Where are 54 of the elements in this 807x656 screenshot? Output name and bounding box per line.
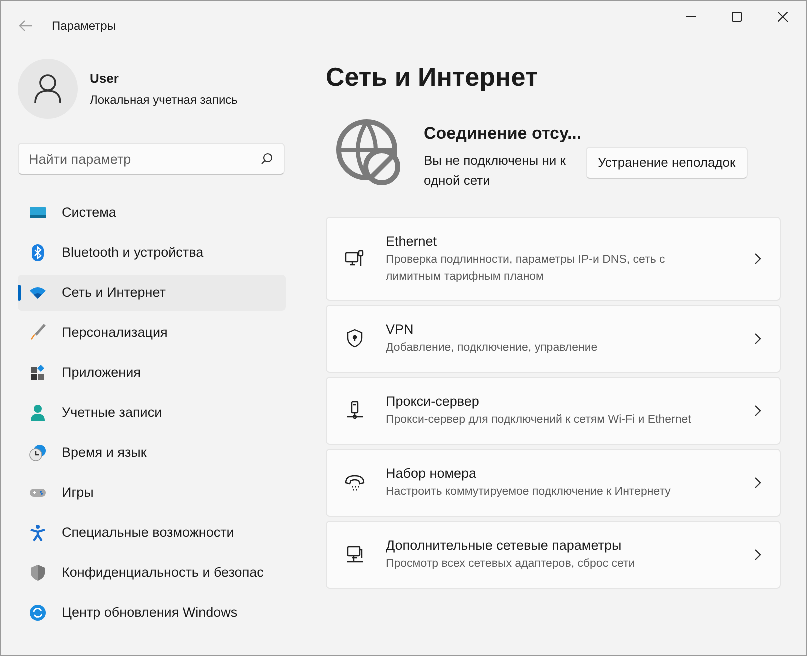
window-title: Параметры: [52, 18, 116, 35]
clock-globe-icon: [29, 444, 47, 462]
sidebar-item[interactable]: Система: [18, 195, 286, 231]
person-icon: [29, 404, 47, 422]
card-title: Дополнительные сетевые параметры: [386, 537, 623, 556]
settings-card[interactable]: Ethernet Проверка подлинности, параметры IP-и DNS, сеть с лимитным тарифным планом: [326, 216, 781, 301]
settings-card[interactable]: Набор номера Настроить коммутируемое подключение к Интернету: [326, 448, 781, 517]
sidebar-item[interactable]: Учетные записи: [18, 395, 286, 431]
refresh-icon: [29, 604, 47, 622]
sidebar-item[interactable]: Конфиденциальность и безопас: [18, 555, 286, 591]
card-subtitle: Прокси-сервер для подключений к сетям Wi-Fi и Ethernet: [386, 413, 692, 428]
account-type: Локальная учетная запись: [90, 92, 238, 109]
brush-icon: [29, 324, 47, 342]
maximize-icon: [732, 12, 742, 22]
close-icon: [778, 12, 788, 22]
chevron-icon: [754, 404, 762, 417]
card-title: Набор номера: [386, 465, 478, 484]
card-title: VPN: [386, 321, 415, 340]
status-title: Соединение отсу...: [424, 123, 583, 145]
card-title: Ethernet: [386, 232, 438, 250]
user-name: User: [90, 70, 120, 88]
sidebar-item[interactable]: Персонализация: [18, 315, 286, 351]
sidebar-item[interactable]: Игры: [18, 475, 286, 511]
status-description: Вы не подключены ни к одной сети: [424, 152, 567, 190]
settings-card[interactable]: Прокси-сервер Прокси-сервер для подключений к сетям Wi-Fi и Ethernet: [326, 376, 781, 445]
shield-icon: [29, 564, 47, 582]
card-subtitle: Настроить коммутируемое подключение к Интернету: [386, 485, 672, 500]
sidebar-item[interactable]: Bluetooth и устройства: [18, 235, 286, 271]
sidebar-item[interactable]: Приложения: [18, 355, 286, 391]
chevron-icon: [754, 548, 762, 561]
sidebar-item[interactable]: Сеть и Интернет: [18, 275, 286, 311]
accessibility-icon: [29, 524, 47, 542]
search-icon: [261, 153, 273, 165]
apps-icon: [29, 364, 47, 382]
card-subtitle: Просмотр всех сетевых адаптеров, сброс сети: [386, 557, 636, 572]
settings-card[interactable]: VPN Добавление, подключение, управление: [326, 304, 781, 373]
sidebar-item[interactable]: Центр обновления Windows: [18, 595, 286, 631]
sidebar-item[interactable]: Специальные возможности: [18, 515, 286, 551]
selection-indicator: [18, 285, 21, 301]
sidebar-item[interactable]: Время и язык: [18, 435, 286, 471]
settings-card[interactable]: Дополнительные сетевые параметры Просмотр всех сетевых адаптеров, сброс сети: [326, 520, 781, 589]
troubleshoot-button[interactable]: Устранение неполадок: [586, 147, 748, 179]
back-icon[interactable]: [19, 19, 33, 33]
bluetooth-icon: [29, 244, 47, 262]
chevron-icon: [754, 332, 762, 345]
chevron-icon: [754, 252, 762, 265]
page-title: Сеть и Интернет: [326, 61, 540, 94]
card-title: Прокси-сервер: [386, 393, 480, 412]
card-subtitle: Проверка подлинности, параметры IP-и DNS, сеть с лимитным тарифным планом: [386, 252, 666, 285]
chevron-icon: [754, 476, 762, 489]
person-icon: [34, 74, 62, 104]
search-field[interactable]: Найти параметр: [18, 143, 285, 175]
server-icon: [344, 400, 366, 422]
card-subtitle: Добавление, подключение, управление: [386, 341, 599, 356]
